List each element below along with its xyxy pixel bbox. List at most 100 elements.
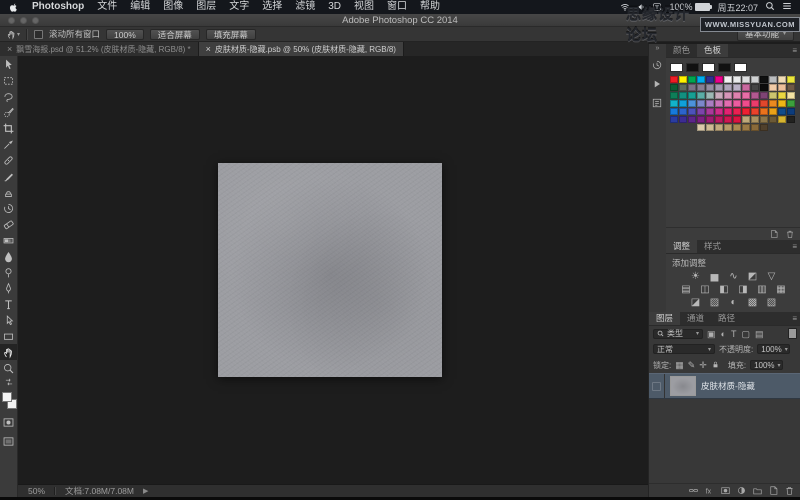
swatch[interactable] — [778, 100, 786, 107]
swatch[interactable] — [734, 63, 747, 72]
layers-tab-图层[interactable]: 图层 — [649, 312, 680, 325]
swatch[interactable] — [724, 84, 732, 91]
tab-close-icon[interactable]: × — [7, 44, 12, 54]
swatch[interactable] — [778, 92, 786, 99]
exposure-icon[interactable]: ◩ — [746, 271, 760, 283]
swatch[interactable] — [688, 116, 696, 123]
shape-tool[interactable] — [0, 328, 17, 344]
swatch[interactable] — [742, 84, 750, 91]
screen-mode-button[interactable] — [0, 433, 17, 449]
swatch[interactable] — [787, 100, 795, 107]
swatch[interactable] — [742, 92, 750, 99]
swatch[interactable] — [733, 76, 741, 83]
path-selection-tool[interactable] — [0, 312, 17, 328]
healing-brush-tool[interactable] — [0, 152, 17, 168]
swatch[interactable] — [787, 92, 795, 99]
swatch[interactable] — [724, 116, 732, 123]
gradient-tool[interactable] — [0, 232, 17, 248]
menu-item-9[interactable]: 视图 — [354, 0, 374, 14]
swatch[interactable] — [679, 76, 687, 83]
menu-item-1[interactable]: 文件 — [97, 0, 117, 14]
swatch[interactable] — [742, 100, 750, 107]
swatch[interactable] — [688, 76, 696, 83]
swatch[interactable] — [787, 108, 795, 115]
swatch[interactable] — [715, 124, 723, 131]
status-menu-arrow-icon[interactable]: ▶ — [143, 487, 148, 495]
swatch[interactable] — [697, 108, 705, 115]
clone-stamp-tool[interactable] — [0, 184, 17, 200]
swatch[interactable] — [760, 108, 768, 115]
properties-panel-button[interactable] — [649, 95, 665, 110]
swatch[interactable] — [670, 100, 678, 107]
swatch[interactable] — [715, 92, 723, 99]
invert-icon[interactable]: ◪ — [689, 297, 703, 309]
lock-paint-icon[interactable]: ✎ — [688, 360, 696, 370]
swatch[interactable] — [697, 116, 705, 123]
hue-saturation-icon[interactable]: ▤ — [679, 284, 693, 296]
fill-dropdown[interactable]: 100% ▾ — [750, 360, 783, 370]
swatch[interactable] — [679, 84, 687, 91]
color-lookup-icon[interactable]: ▦ — [774, 284, 788, 296]
swatch[interactable] — [751, 92, 759, 99]
swatch[interactable] — [778, 108, 786, 115]
swatch[interactable] — [670, 116, 678, 123]
scroll-all-windows-checkbox[interactable] — [34, 30, 43, 39]
filter-toggle[interactable] — [788, 328, 797, 339]
selective-color-icon[interactable]: ▧ — [765, 297, 779, 309]
delete-swatch-icon[interactable] — [785, 229, 795, 239]
swatches-tab-颜色[interactable]: 颜色 — [666, 44, 697, 57]
filter-shape-icon[interactable]: ▢ — [741, 329, 750, 339]
layer-mask-icon[interactable] — [720, 485, 731, 496]
swatch[interactable] — [724, 76, 732, 83]
zoom-level-field[interactable]: 50% — [28, 486, 45, 496]
layer-name[interactable]: 皮肤材质-隐藏 — [701, 380, 755, 392]
swatch[interactable] — [697, 124, 705, 131]
color-balance-icon[interactable]: ◫ — [698, 284, 712, 296]
fit-screen-button[interactable]: 适合屏幕 — [150, 29, 200, 40]
swatch[interactable] — [706, 100, 714, 107]
panel-menu-icon[interactable]: ≡ — [792, 240, 800, 253]
menu-item-photoshop[interactable]: Photoshop — [32, 0, 84, 14]
swatch[interactable] — [679, 108, 687, 115]
layer-style-icon[interactable]: fx — [704, 485, 715, 496]
properties-panel-icon[interactable] — [651, 97, 663, 109]
swatch[interactable] — [715, 76, 723, 83]
swatch[interactable] — [697, 100, 705, 107]
foreground-background-colors[interactable] — [0, 390, 17, 410]
zoom-100-button[interactable]: 100% — [106, 29, 144, 40]
swatch[interactable] — [706, 76, 714, 83]
swatch[interactable] — [697, 84, 705, 91]
foreground-color-swatch[interactable] — [2, 392, 12, 402]
photo-filter-icon[interactable]: ◨ — [736, 284, 750, 296]
posterize-icon[interactable]: ▨ — [708, 297, 722, 309]
pen-tool[interactable] — [0, 280, 17, 296]
brush-tool[interactable] — [0, 168, 17, 184]
swatch[interactable] — [670, 84, 678, 91]
current-tool-indicator[interactable]: ▾ — [6, 29, 20, 40]
swatch[interactable] — [760, 116, 768, 123]
filter-smart-icon[interactable]: ▤ — [755, 329, 764, 339]
swatch[interactable] — [787, 84, 795, 91]
lock-position-icon[interactable]: ✛ — [699, 360, 707, 370]
swatch[interactable] — [715, 108, 723, 115]
swatch[interactable] — [751, 116, 759, 123]
layers-tab-路径[interactable]: 路径 — [711, 312, 742, 325]
swatch[interactable] — [670, 63, 683, 72]
swatch[interactable] — [760, 92, 768, 99]
actions-panel-icon[interactable] — [651, 78, 663, 90]
collapse-dock-icon[interactable]: » — [649, 44, 666, 53]
swatch[interactable] — [670, 92, 678, 99]
panel-menu-icon[interactable]: ≡ — [792, 312, 800, 325]
new-layer-icon[interactable] — [768, 485, 779, 496]
levels-icon[interactable]: ▅ — [708, 271, 722, 283]
swatch[interactable] — [702, 63, 715, 72]
swatch[interactable] — [787, 116, 795, 123]
eyedropper-tool[interactable] — [0, 136, 17, 152]
move-tool[interactable] — [0, 56, 17, 72]
swatch[interactable] — [760, 100, 768, 107]
vibrance-icon[interactable]: ▽ — [765, 271, 779, 283]
swatch[interactable] — [742, 124, 750, 131]
layers-tab-通道[interactable]: 通道 — [680, 312, 711, 325]
swatch[interactable] — [706, 84, 714, 91]
lasso-tool[interactable] — [0, 88, 17, 104]
